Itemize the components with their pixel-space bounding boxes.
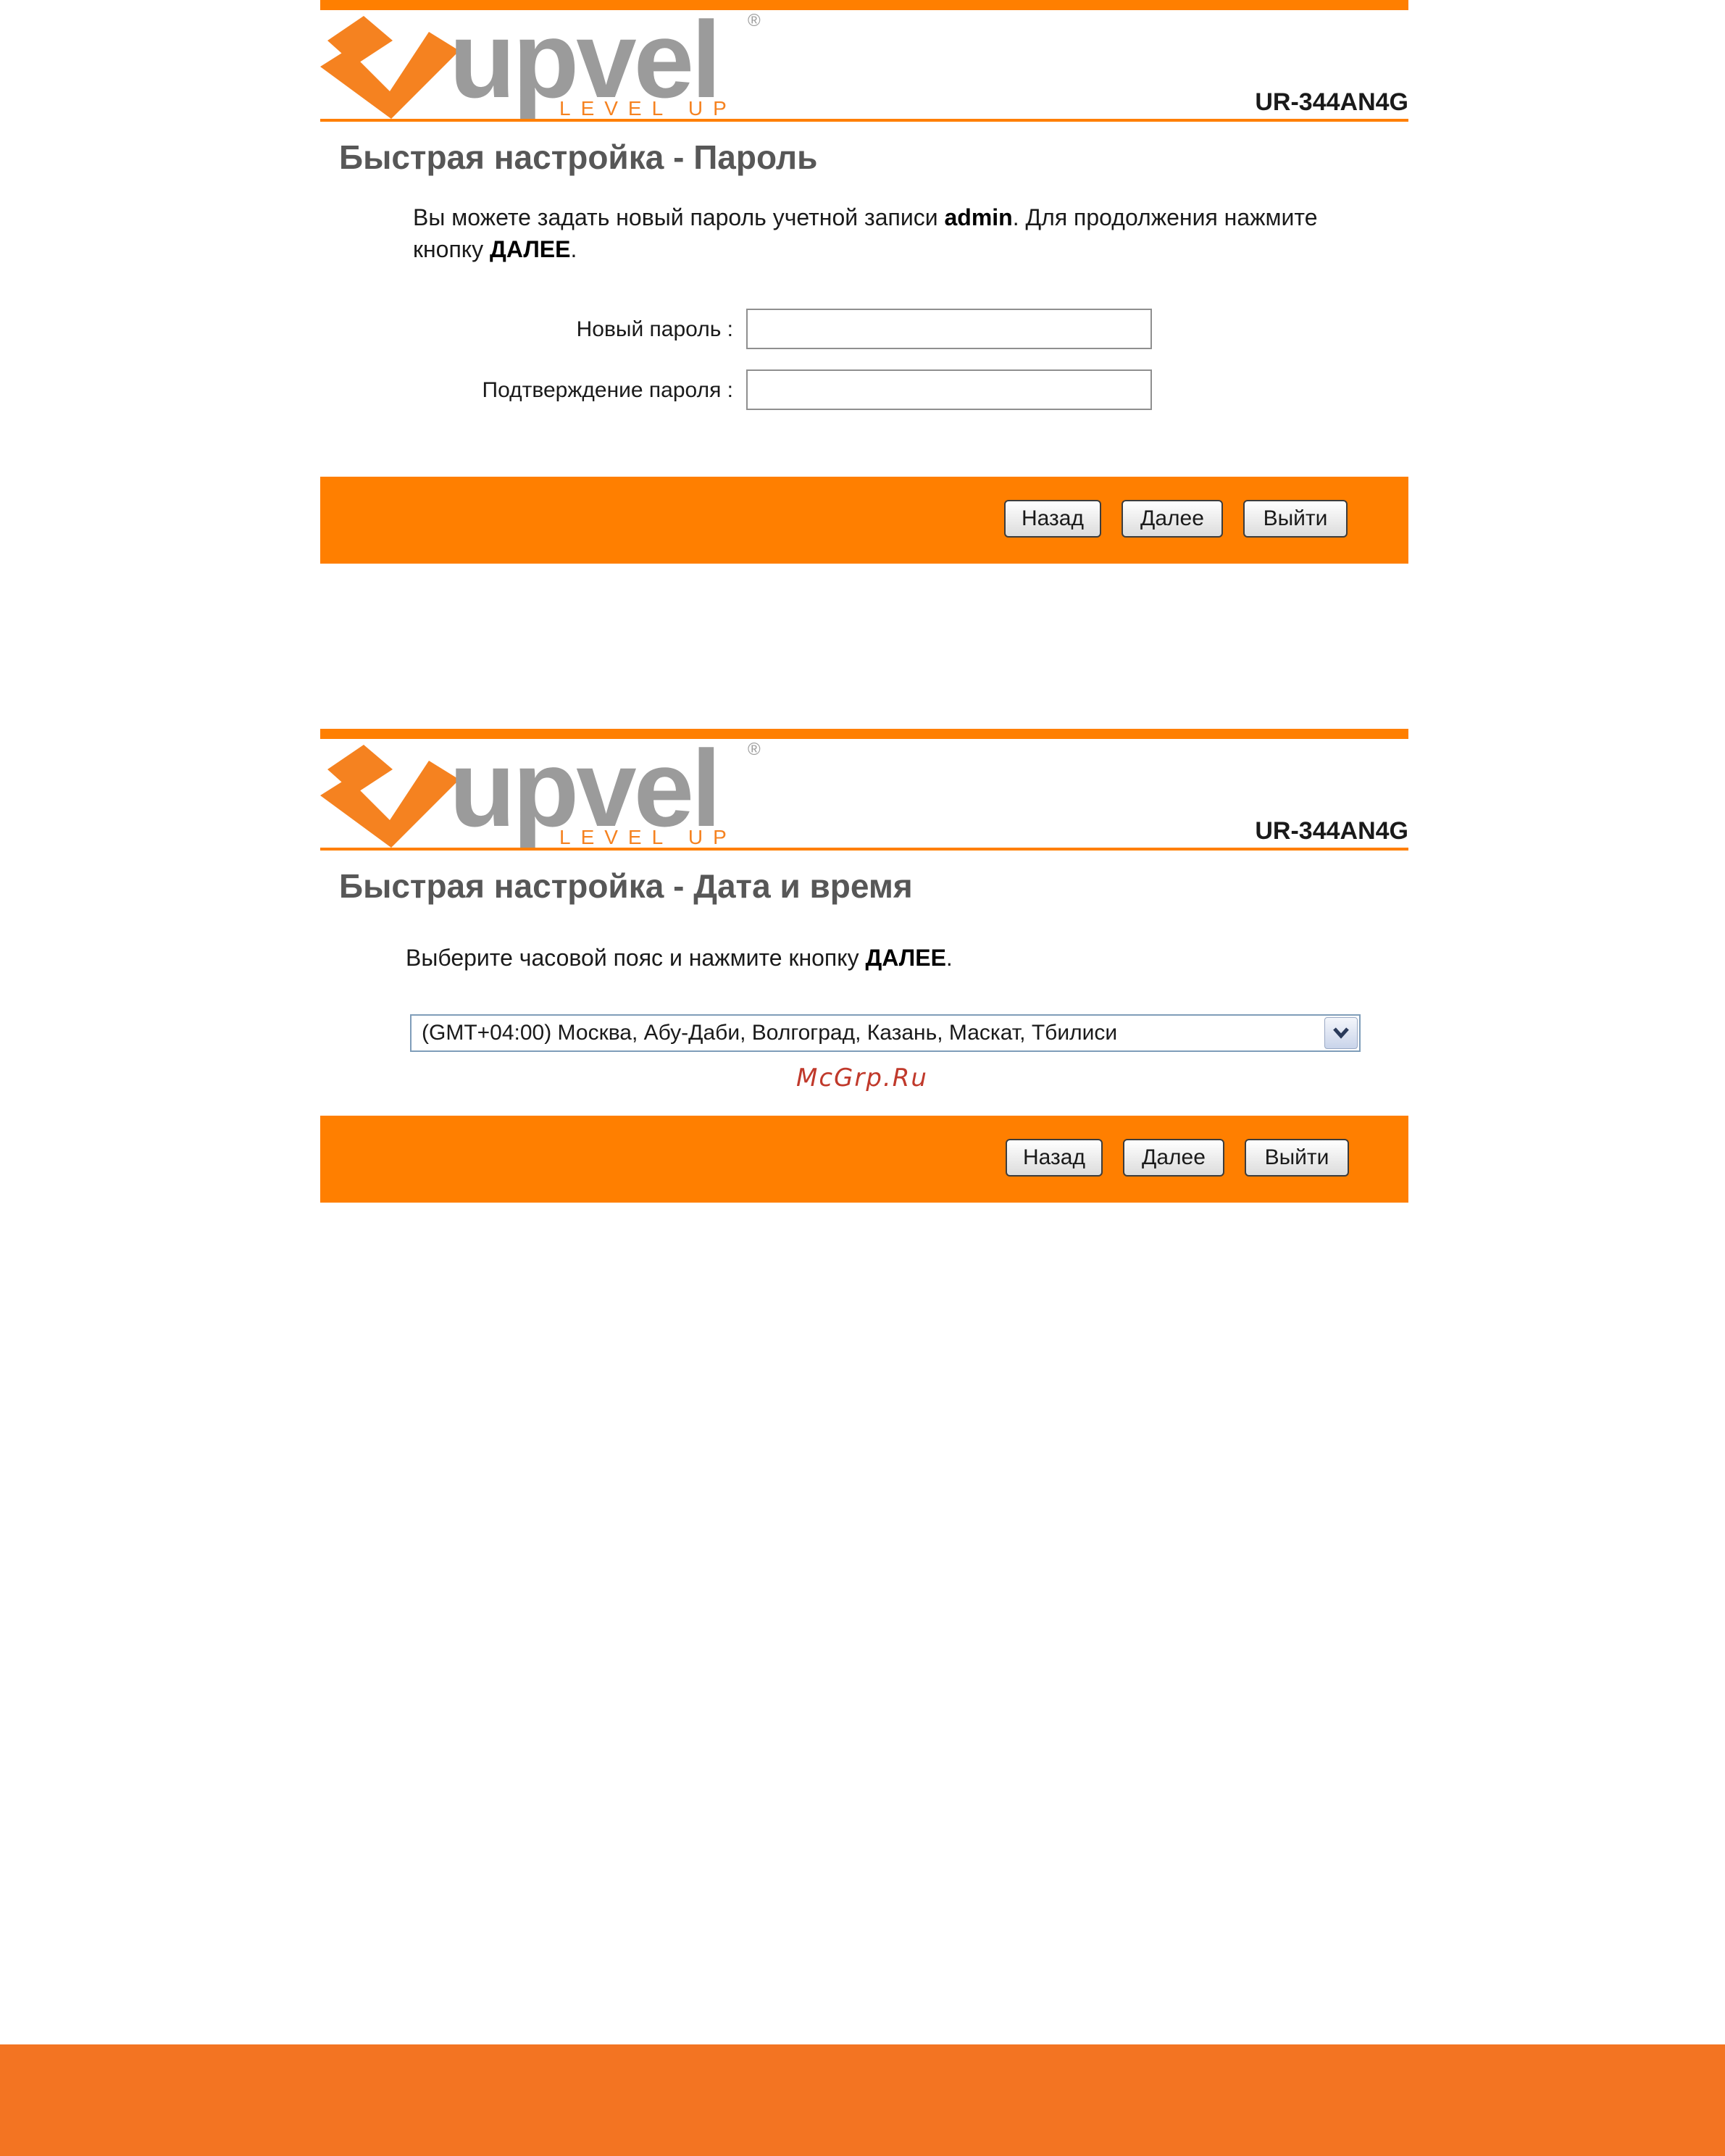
account-name: admin xyxy=(944,204,1013,230)
model-name: UR-344AN4G xyxy=(1255,817,1408,845)
exit-button[interactable]: Выйти xyxy=(1243,500,1348,538)
top-accent-bar xyxy=(320,0,1408,10)
password-instructions: Вы можете задать новый пароль учетной за… xyxy=(413,204,1318,262)
page-title: Быстрая настройка - Пароль xyxy=(339,138,818,176)
back-button[interactable]: Назад xyxy=(1004,500,1101,538)
next-keyword: ДАЛЕЕ xyxy=(490,236,571,262)
timezone-selected-value: (GMT+04:00) Москва, Абу-Даби, Волгоград,… xyxy=(422,1021,1118,1045)
next-button[interactable]: Далее xyxy=(1122,500,1223,538)
page-footer-bar xyxy=(0,2044,1725,2156)
upvel-logo: upvel ® LEVEL UP xyxy=(320,0,769,120)
svg-text:LEVEL UP: LEVEL UP xyxy=(559,97,737,119)
top-accent-bar xyxy=(320,729,1408,739)
upvel-logo: upvel ® LEVEL UP xyxy=(320,727,769,849)
timezone-select[interactable]: (GMT+04:00) Москва, Абу-Даби, Волгоград,… xyxy=(410,1014,1361,1052)
model-name: UR-344AN4G xyxy=(1255,88,1408,116)
chevron-down-icon[interactable] xyxy=(1324,1017,1358,1049)
quick-setup-datetime-panel: upvel ® LEVEL UP UR-344AN4G Быстрая наст… xyxy=(320,727,1408,1292)
timezone-instructions: Выберите часовой пояс и нажмите кнопку Д… xyxy=(406,945,953,971)
page-title: Быстрая настройка - Дата и время xyxy=(339,867,913,905)
svg-text:LEVEL UP: LEVEL UP xyxy=(559,826,737,848)
new-password-label: Новый пароль : xyxy=(576,317,733,341)
watermark: McGrp.Ru xyxy=(796,1064,928,1092)
quick-setup-password-panel: upvel ® LEVEL UP UR-344AN4G Быстрая наст… xyxy=(320,0,1408,564)
svg-text:®: ® xyxy=(748,11,761,30)
confirm-password-label: Подтверждение пароля : xyxy=(482,378,733,402)
next-button[interactable]: Далее xyxy=(1123,1139,1224,1177)
svg-text:®: ® xyxy=(748,740,761,759)
header-divider xyxy=(320,119,1408,122)
exit-button[interactable]: Выйти xyxy=(1245,1139,1349,1177)
action-bar: Назад Далее Выйти xyxy=(320,477,1408,564)
action-bar: Назад Далее Выйти xyxy=(320,1116,1408,1203)
header-divider xyxy=(320,848,1408,851)
new-password-input[interactable] xyxy=(746,309,1152,349)
back-button[interactable]: Назад xyxy=(1006,1139,1103,1177)
confirm-password-input[interactable] xyxy=(746,369,1152,410)
next-keyword: ДАЛЕЕ xyxy=(865,945,946,971)
